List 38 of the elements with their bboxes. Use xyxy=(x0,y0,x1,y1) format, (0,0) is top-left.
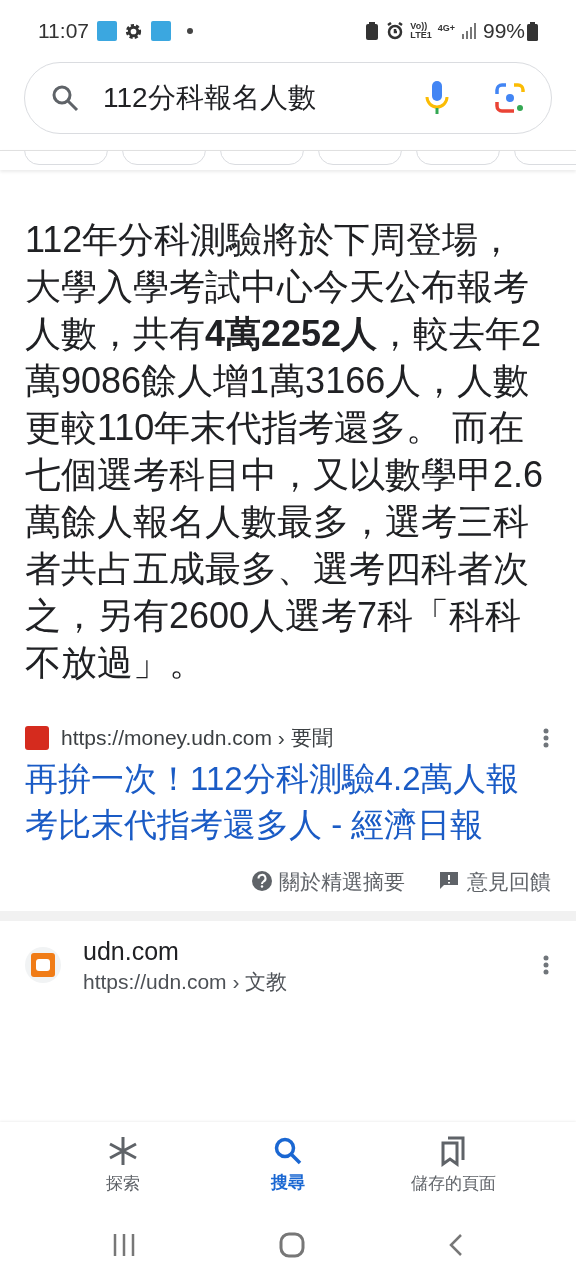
signal-icon xyxy=(460,23,477,39)
back-icon[interactable] xyxy=(448,1233,465,1257)
feedback-link[interactable]: 意見回饋 xyxy=(467,865,551,897)
gear-icon xyxy=(124,21,143,41)
more-options-icon[interactable] xyxy=(543,955,549,975)
source-url[interactable]: https://money.udn.com › 要聞 xyxy=(61,722,333,754)
bookmarks-icon xyxy=(439,1135,468,1168)
app-icon xyxy=(97,21,117,41)
alarm-icon xyxy=(386,22,405,40)
nav-tab[interactable]: 儲存的頁面 xyxy=(370,1135,536,1197)
nav-tab[interactable]: 探索 xyxy=(40,1135,206,1197)
about-featured-snippets-link[interactable]: 關於精選摘要 xyxy=(279,865,405,897)
battery-percent: 99% xyxy=(482,18,525,45)
recent-apps-icon[interactable] xyxy=(111,1233,136,1257)
more-options-icon[interactable] xyxy=(543,727,549,748)
snippet-text: 112年分科測驗將於下周登場，大學入學考試中心今天公布報考人數，共有4萬2252人，較去年2萬9086餘人增1萬3166人，人數更較110年末代指考還多。 而在七個選考科目中，又以數學甲2.6萬餘人報名人數最多，選考三科者共占五成最多、選考四科者次之，另有2600人選考7科「科科不放過」。 xyxy=(25,218,545,685)
search-icon xyxy=(51,84,79,112)
network-label: LTE1 xyxy=(410,31,432,40)
clock: 11:07 xyxy=(38,18,89,45)
microphone-icon[interactable] xyxy=(425,81,449,115)
result-title-link[interactable]: 再拚一次！112分科測驗4.2萬人報考比末代指考還多人 - 經濟日報 xyxy=(25,755,540,848)
help-icon[interactable] xyxy=(251,870,273,893)
feedback-icon[interactable] xyxy=(439,871,459,892)
battery-saver-icon xyxy=(366,22,379,40)
battery-icon xyxy=(527,21,538,41)
result-url[interactable]: https://udn.com › 文教 xyxy=(83,967,543,997)
network-label: Vo)) xyxy=(410,22,428,31)
search-field[interactable]: 112分科報名人數 xyxy=(24,62,552,134)
data-type-label: 4G+ xyxy=(437,22,455,35)
nav-tab[interactable]: 搜尋 xyxy=(205,1136,371,1196)
site-name[interactable]: udn.com xyxy=(83,935,543,967)
search-icon xyxy=(273,1136,303,1167)
home-icon[interactable] xyxy=(279,1232,305,1258)
site-logo xyxy=(25,947,61,983)
camera-icon[interactable] xyxy=(495,83,525,113)
app-icon xyxy=(151,21,171,41)
search-query: 112分科報名人數 xyxy=(103,81,317,115)
site-logo xyxy=(25,725,49,750)
